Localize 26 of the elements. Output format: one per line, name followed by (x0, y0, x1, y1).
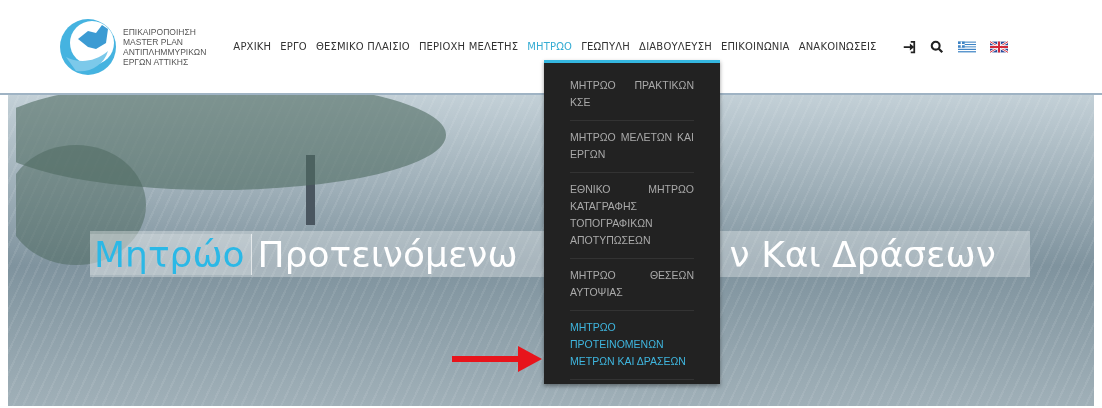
dropdown-item[interactable]: ΜΗΤΡΩΟ ΠΡΟΤΕΙΝΟΜΕΝΩΝ ΜΕΤΡΩΝ ΚΑΙ ΔΡΑΣΕΩΝ (570, 311, 694, 380)
logo-text: MASTER PLAN (123, 36, 184, 47)
dropdown-item[interactable]: ΜΗΤΡΩΟ ΜΕΛΕΤΩΝ ΚΑΙ ΕΡΓΩΝ (570, 121, 694, 173)
page-title: ν Και Δράσεων (729, 233, 996, 275)
nav-link[interactable]: ΓΕΩΠΥΛΗ (581, 41, 631, 52)
nav-link[interactable]: ΘΕΣΜΙΚΟ ΠΛΑΙΣΙΟ (315, 41, 410, 52)
nav-link[interactable]: ΠΕΡΙΟΧΗ ΜΕΛΕΤΗΣ (418, 41, 519, 52)
greek-flag-icon[interactable] (957, 40, 976, 53)
logo-icon (58, 16, 118, 77)
logo-text: ΕΡΓΩΝ ΑΤΤΙΚΗΣ (123, 56, 190, 67)
dropdown-item[interactable]: ΜΗΤΡΩΟ ΠΡΑΚΤΙΚΩΝ ΚΣΕ (570, 69, 694, 121)
dropdown-item[interactable]: ΜΗΤΡΩΟ ΘΕΣΕΩΝ ΑΥΤΟΨΙΑΣ (570, 259, 694, 311)
title-highlight: Μητρώο (90, 233, 252, 275)
nav-link[interactable]: ΕΡΓΟ (280, 41, 307, 52)
dropdown-item[interactable]: ΕΘΝΙΚΟ ΜΗΤΡΩΟ ΚΑΤΑΓΡΑΦΗΣ ΤΟΠΟΓΡΑΦΙΚΩΝ ΑΠΟΤΥΠΩΣΕΩΝ (570, 173, 694, 259)
search-icon[interactable] (929, 39, 944, 54)
uk-flag-icon[interactable] (989, 40, 1008, 53)
nav-link[interactable]: ΑΡΧΙΚΗ (233, 41, 272, 52)
logo-text: ΑΝΤΙΠΛΗΜΜΥΡΙΚΩΝ (123, 46, 207, 57)
arrow-icon (452, 345, 542, 373)
nav-link[interactable]: ΕΠΙΚΟΙΝΩΝΙΑ (720, 41, 790, 52)
nav-link[interactable]: ΑΝΑΚΟΙΝΩΣΕΙΣ (798, 41, 877, 52)
nav-link[interactable]: ΔΙΑΒΟΥΛΕΥΣΗ (639, 41, 712, 52)
logo-text: ΕΠΙΚΑΙΡΟΠΟΙΗΣΗ (123, 26, 197, 37)
page-title: Προτεινόμενω (256, 233, 519, 275)
login-icon[interactable] (901, 39, 916, 54)
